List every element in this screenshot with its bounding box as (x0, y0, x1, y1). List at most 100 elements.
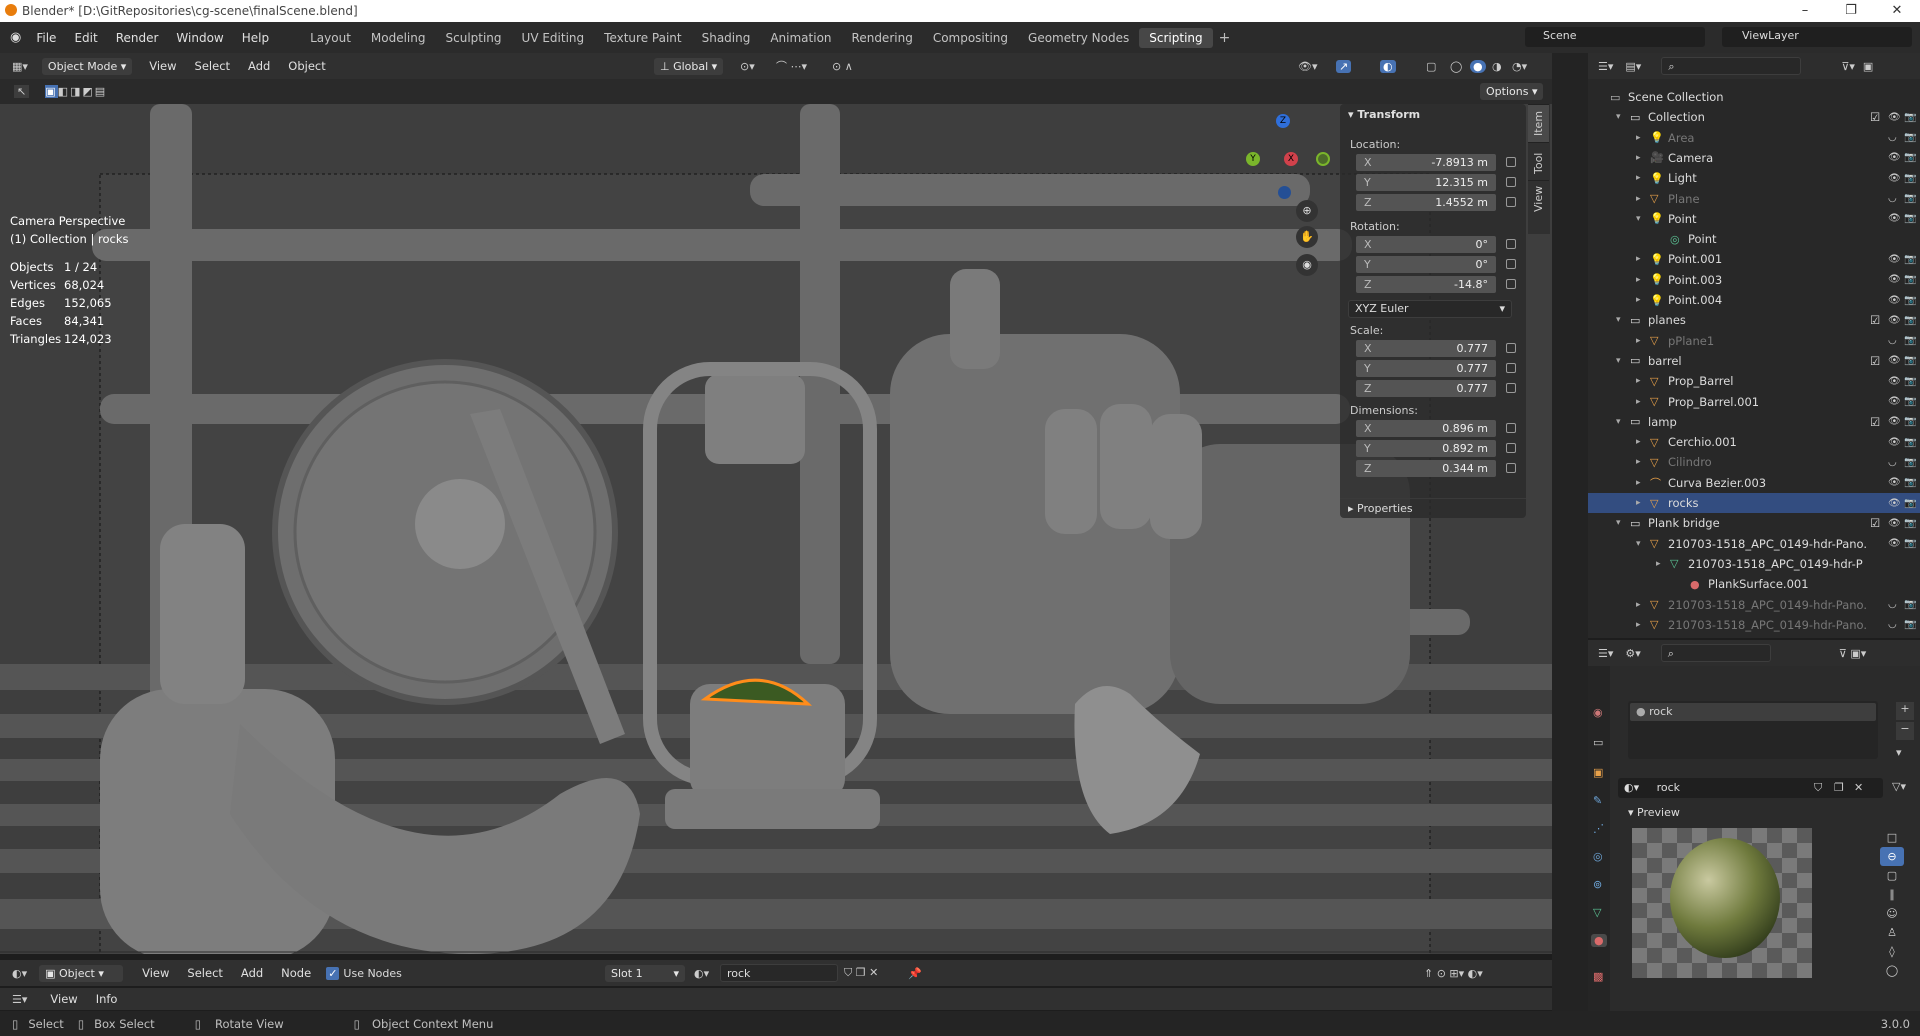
rotation-x-field[interactable]: X 0° (1356, 236, 1496, 253)
node-fake-user-icon[interactable]: ⛉ ❐ ✕ (844, 966, 878, 980)
tab-scripting[interactable]: Scripting (1139, 27, 1213, 48)
eye-icon[interactable]: 👁 (1888, 112, 1901, 123)
tab-compositing[interactable]: Compositing (923, 28, 1018, 48)
eye-icon[interactable]: 👁 (1888, 213, 1901, 224)
tab-layout[interactable]: Layout (300, 28, 361, 48)
outliner-row-lamp[interactable]: ▾ ▭ lamp ☑ 👁 📷 (1588, 412, 1920, 432)
expand-arrow-icon[interactable]: ▸ (1636, 437, 1650, 447)
zoom-icon[interactable]: ⊕ (1296, 200, 1318, 222)
shader-type-dropdown[interactable]: ▣ Object ▾ (39, 964, 124, 982)
render-camera-icon[interactable]: 📷 (1904, 193, 1916, 204)
expand-arrow-icon[interactable]: ▸ (1636, 600, 1650, 610)
particles-tab-icon[interactable]: ⋰ (1593, 822, 1604, 835)
menu-window[interactable]: Window (167, 31, 232, 45)
collection-checkbox[interactable]: ☑ (1870, 354, 1880, 368)
eye-icon[interactable]: 👁 (1888, 518, 1901, 529)
add-slot-button[interactable]: + (1896, 702, 1914, 720)
hidden-eye-icon[interactable]: ◡ (1888, 599, 1897, 610)
hidden-eye-icon[interactable]: ◡ (1888, 619, 1897, 630)
outliner-row-scene-collection[interactable]: ▭ Scene Collection (1588, 87, 1920, 107)
eye-icon[interactable]: 👁 (1888, 396, 1901, 407)
remove-slot-button[interactable]: − (1896, 722, 1914, 740)
fake-user-icon[interactable]: ⛉ (1814, 781, 1822, 795)
shader-editor-icon[interactable]: ◐▾ (12, 967, 27, 980)
pivot-icon[interactable]: ⊙▾ (740, 60, 755, 73)
add-workspace-icon[interactable]: + (1219, 30, 1231, 46)
xray-icon[interactable]: ▢ (1426, 60, 1436, 73)
snap-icon[interactable]: ⌒ ⋯▾ (776, 58, 807, 74)
texture-tab-icon[interactable]: ▩ (1593, 970, 1603, 983)
outliner-row-210703-1518-apc-0149-hdr-pano-[interactable]: ▸▽ 210703-1518_APC_0149-hdr-Pano. ◡ 📷 (1588, 615, 1920, 635)
location-y-field[interactable]: Y 12.315 m (1356, 174, 1496, 191)
expand-arrow-icon[interactable]: ▾ (1616, 518, 1630, 528)
node-snap-icons[interactable]: ⇑ ⊙ ⊞▾ ◐▾ (1424, 967, 1483, 980)
render-camera-icon[interactable]: 📷 (1904, 152, 1916, 163)
render-camera-icon[interactable]: 📷 (1904, 173, 1916, 184)
node-menu-select[interactable]: Select (178, 966, 231, 980)
expand-arrow-icon[interactable]: ▾ (1636, 214, 1650, 224)
material-selector[interactable]: ◐▾ rock ⛉ ❐ ✕ (1618, 778, 1883, 798)
node-menu-view[interactable]: View (133, 966, 178, 980)
outliner-search-input[interactable]: ⌕ (1661, 57, 1802, 75)
outliner-row-point-003[interactable]: ▸ 💡 Point.003 👁 📷 (1588, 270, 1920, 290)
render-camera-icon[interactable]: 📷 (1904, 477, 1916, 488)
duplicate-material-icon[interactable]: ❐ (1834, 781, 1844, 794)
scale-z-field[interactable]: Z 0.777 (1356, 380, 1496, 397)
outliner-row-plank-bridge[interactable]: ▾ ▭ Plank bridge ☑ 👁 📷 (1588, 513, 1920, 533)
info-editor-icon[interactable]: ☰▾ (12, 993, 27, 1006)
preview-header[interactable]: ▾ Preview (1628, 806, 1680, 819)
eye-icon[interactable]: 👁 (1888, 355, 1901, 366)
hidden-eye-icon[interactable]: ◡ (1888, 335, 1897, 346)
slot-dropdown[interactable]: Slot 1 ▾ (605, 964, 685, 982)
slot-specials-button[interactable]: ▾ (1896, 746, 1902, 759)
properties-header[interactable]: ▸ Properties (1340, 498, 1526, 518)
viewport-menu-object[interactable]: Object (279, 59, 334, 73)
eye-icon[interactable]: 👁 (1888, 376, 1901, 387)
viewport-menu-select[interactable]: Select (186, 59, 239, 73)
select-tool-icon[interactable]: ↖ (14, 85, 30, 98)
select-mode-icons[interactable]: ▣◧◨◩▤ (45, 85, 107, 98)
outliner-row-planes[interactable]: ▾ ▭ planes ☑ 👁 📷 (1588, 310, 1920, 330)
material-slot-list[interactable]: ● rock (1628, 701, 1878, 759)
gizmo-z-axis[interactable]: Z (1276, 114, 1290, 128)
tab-uv-editing[interactable]: UV Editing (512, 28, 595, 48)
lock-icon[interactable] (1506, 343, 1516, 353)
render-camera-icon[interactable]: 📷 (1904, 498, 1916, 509)
outliner-row-collection[interactable]: ▾ ▭ Collection ☑ 👁 📷 (1588, 107, 1920, 127)
render-camera-icon[interactable]: 📷 (1904, 396, 1916, 407)
transform-header[interactable]: ▾ Transform (1348, 108, 1420, 121)
render-camera-icon[interactable]: 📷 (1904, 132, 1916, 143)
menu-file[interactable]: File (27, 31, 65, 45)
render-camera-icon[interactable]: 📷 (1904, 355, 1916, 366)
properties-filter-icon[interactable]: ⊽ ▣▾ (1839, 647, 1866, 660)
lock-icon[interactable] (1506, 197, 1516, 207)
gizmo-neg-z[interactable] (1278, 186, 1291, 199)
properties-editor-icon[interactable]: ☰▾ (1598, 647, 1613, 660)
link-dropdown[interactable]: ▽▾ (1892, 780, 1906, 793)
expand-arrow-icon[interactable]: ▸ (1636, 620, 1650, 630)
object-tab-icon[interactable]: ▣ (1593, 766, 1603, 779)
gizmo-toggle-icon[interactable]: ↗ (1336, 59, 1352, 73)
camera-view-icon[interactable]: ◉ (1296, 254, 1318, 276)
eye-icon[interactable]: 👁 (1888, 152, 1901, 163)
info-menu-view[interactable]: View (41, 992, 86, 1006)
unlink-material-icon[interactable]: ✕ (1854, 781, 1863, 794)
render-tab-icon[interactable]: ◉ (1593, 706, 1603, 719)
dimensions-x-field[interactable]: X 0.896 m (1356, 420, 1496, 437)
eye-icon[interactable]: 👁 (1888, 254, 1901, 265)
expand-arrow-icon[interactable]: ▸ (1636, 295, 1650, 305)
physics-tab-icon[interactable]: ◎ (1593, 850, 1603, 863)
expand-arrow-icon[interactable]: ▾ (1616, 112, 1630, 122)
expand-arrow-icon[interactable]: ▾ (1616, 417, 1630, 427)
preview-fluid-icon[interactable]: ◊ (1880, 942, 1904, 961)
outliner-row-point-001[interactable]: ▸ 💡 Point.001 👁 📷 (1588, 249, 1920, 269)
lock-icon[interactable] (1506, 239, 1516, 249)
tab-sculpting[interactable]: Sculpting (436, 28, 512, 48)
hidden-eye-icon[interactable]: ◡ (1888, 193, 1897, 204)
options-button[interactable]: Options ▾ (1480, 83, 1544, 100)
lock-icon[interactable] (1506, 363, 1516, 373)
outliner-row-210703-1518-apc-0149-hdr-pano-[interactable]: ▸▽ 210703-1518_APC_0149-hdr-Pano. ◡ 📷 (1588, 595, 1920, 615)
render-camera-icon[interactable]: 📷 (1904, 274, 1916, 285)
scale-x-field[interactable]: X 0.777 (1356, 340, 1496, 357)
outliner-row-cilindro[interactable]: ▸ ▽ Cilindro ◡ 📷 (1588, 452, 1920, 472)
